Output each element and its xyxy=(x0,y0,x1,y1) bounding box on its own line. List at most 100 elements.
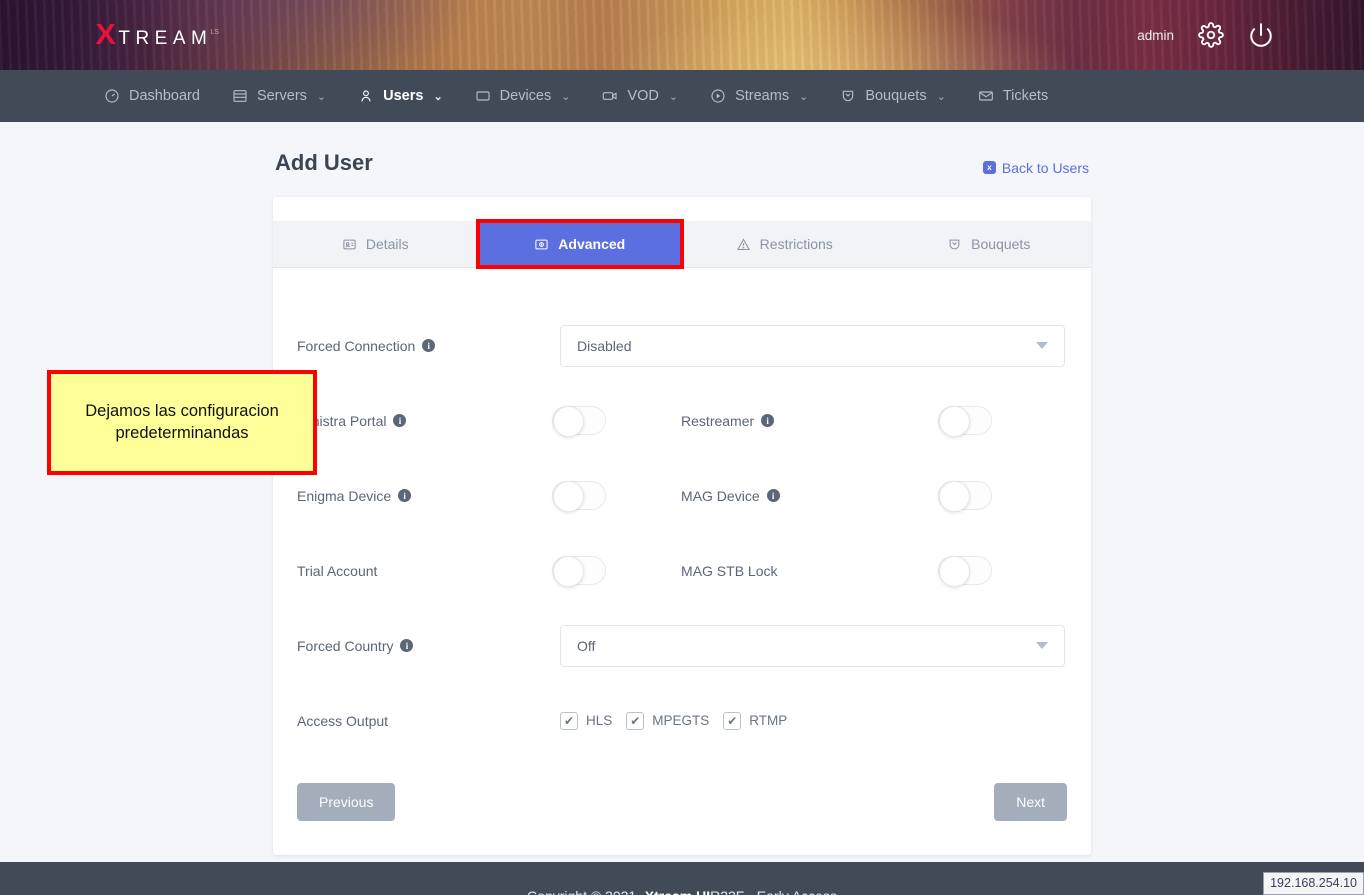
annotation-callout: Dejamos las configuracion predeterminand… xyxy=(47,370,317,475)
wizard-tabs: Details Advanced Restrictions Bouquets xyxy=(273,221,1091,268)
select-forced-connection[interactable]: Disabled xyxy=(560,325,1065,367)
info-icon[interactable]: i xyxy=(761,414,774,427)
nav-label-tickets: Tickets xyxy=(1003,88,1048,104)
toggle-restreamer[interactable] xyxy=(938,406,992,435)
row-access-output: Access Output ✔ HLS ✔ MPEGTS ✔ xyxy=(297,683,1067,758)
toggle-mag-stb-lock[interactable] xyxy=(938,556,992,585)
nav-label-vod: VOD xyxy=(627,88,658,104)
chevron-down-icon: ⌄ xyxy=(799,90,808,103)
row-forced-connection: Forced Connection i Disabled xyxy=(297,308,1067,383)
back-to-users-label: Back to Users xyxy=(1002,160,1089,176)
cell-toggle-ministra-portal xyxy=(552,406,681,435)
label-trial-account: Trial Account xyxy=(297,563,552,579)
nav-label-servers: Servers xyxy=(257,88,307,104)
toggle-mag-device[interactable] xyxy=(938,481,992,510)
logo-wordmark: TREAM xyxy=(118,29,212,48)
label-enigma-device: Enigma Device i xyxy=(297,488,552,504)
next-button[interactable]: Next xyxy=(994,783,1067,821)
label-text-forced-connection: Forced Connection xyxy=(297,338,415,354)
tab-label-restrictions: Restrictions xyxy=(760,236,833,252)
tab-label-details: Details xyxy=(366,236,409,252)
nav-item-bouquets[interactable]: Bouquets ⌄ xyxy=(824,70,962,122)
label-forced-country: Forced Country i xyxy=(297,638,560,654)
label-ministra-portal: Ministra Portal i xyxy=(297,413,552,429)
cell-toggle-mag-stb-lock xyxy=(938,556,1067,585)
tab-restrictions[interactable]: Restrictions xyxy=(682,221,887,267)
advanced-gear-icon xyxy=(534,237,549,252)
toggle-enigma-device[interactable] xyxy=(552,481,606,510)
nav-label-dashboard: Dashboard xyxy=(129,88,200,104)
xtream-logo[interactable]: X TREAM LS xyxy=(96,21,219,50)
tab-advanced[interactable]: Advanced xyxy=(478,221,683,267)
row-ministra-restreamer: Ministra Portal i Restreamer i xyxy=(297,383,1067,458)
row-trial-magstblock: Trial Account MAG STB Lock xyxy=(297,533,1067,608)
label-mag-device: MAG Device i xyxy=(681,488,938,504)
cell-toggle-restreamer xyxy=(938,406,1067,435)
header-actions: admin xyxy=(1137,0,1274,70)
label-text-mag-device: MAG Device xyxy=(681,488,760,504)
info-icon[interactable]: i xyxy=(398,489,411,502)
bouquet-shield-icon xyxy=(947,237,962,252)
select-forced-country[interactable]: Off xyxy=(560,625,1065,667)
cell-toggle-trial-account xyxy=(552,556,681,585)
check-icon: ✔ xyxy=(626,712,644,730)
label-forced-connection: Forced Connection i xyxy=(297,338,560,354)
info-icon[interactable]: i xyxy=(393,414,406,427)
previous-button[interactable]: Previous xyxy=(297,783,395,821)
back-to-users-link[interactable]: x Back to Users xyxy=(983,160,1089,176)
select-value-forced-country: Off xyxy=(577,638,595,654)
toggle-ministra-portal[interactable] xyxy=(552,406,606,435)
toggle-trial-account[interactable] xyxy=(552,556,606,585)
label-text-restreamer: Restreamer xyxy=(681,413,754,429)
warning-triangle-icon xyxy=(736,237,751,252)
power-icon[interactable] xyxy=(1248,22,1274,48)
info-icon[interactable]: i xyxy=(400,639,413,652)
nav-item-users[interactable]: Users ⌄ xyxy=(342,70,459,122)
label-text-forced-country: Forced Country xyxy=(297,638,393,654)
wizard-actions: Previous Next xyxy=(273,758,1091,855)
info-icon[interactable]: i xyxy=(422,339,435,352)
logo-x-mark: X xyxy=(96,21,116,50)
cell-toggle-mag-device xyxy=(938,481,1067,510)
page-footer: Copyright © 2021 - Xtream UI R22F - Earl… xyxy=(0,862,1364,895)
tab-details[interactable]: Details xyxy=(273,221,478,267)
checkbox-rtmp[interactable]: ✔ RTMP xyxy=(723,712,787,730)
checkbox-hls[interactable]: ✔ HLS xyxy=(560,712,612,730)
gear-icon[interactable] xyxy=(1198,22,1224,48)
footer-copyright-prefix: Copyright © 2021 - xyxy=(527,888,645,895)
nav-label-bouquets: Bouquets xyxy=(865,88,926,104)
footer-copyright-suffix: R22F - Early Access xyxy=(710,888,837,895)
chevron-down-icon: ⌄ xyxy=(433,90,442,103)
page-header-row: Add User x Back to Users xyxy=(273,150,1091,176)
nav-item-servers[interactable]: Servers ⌄ xyxy=(216,70,342,122)
nav-item-devices[interactable]: Devices ⌄ xyxy=(459,70,587,122)
nav-item-streams[interactable]: Streams ⌄ xyxy=(694,70,824,122)
nav-label-streams: Streams xyxy=(735,88,789,104)
chevron-down-icon: ⌄ xyxy=(561,90,570,103)
add-user-card: Details Advanced Restrictions Bouquets xyxy=(273,197,1091,855)
label-access-output: Access Output xyxy=(297,713,560,729)
tab-label-advanced: Advanced xyxy=(558,236,625,252)
tab-bouquets[interactable]: Bouquets xyxy=(887,221,1092,267)
id-card-icon xyxy=(342,237,357,252)
label-restreamer: Restreamer i xyxy=(681,413,938,429)
nav-item-dashboard[interactable]: Dashboard xyxy=(88,70,216,122)
label-mag-stb-lock: MAG STB Lock xyxy=(681,563,938,579)
info-icon[interactable]: i xyxy=(767,489,780,502)
access-output-checkboxes: ✔ HLS ✔ MPEGTS ✔ RTMP xyxy=(560,712,787,730)
label-text-enigma-device: Enigma Device xyxy=(297,488,391,504)
advanced-form: Forced Connection i Disabled Ministra Po… xyxy=(273,268,1091,758)
nav-label-devices: Devices xyxy=(500,88,552,104)
select-value-forced-connection: Disabled xyxy=(577,338,631,354)
nav-item-vod[interactable]: VOD ⌄ xyxy=(586,70,694,122)
cell-toggle-enigma-device xyxy=(552,481,681,510)
checkbox-mpegts[interactable]: ✔ MPEGTS xyxy=(626,712,709,730)
page-title: Add User xyxy=(275,150,373,176)
checkbox-label-mpegts: MPEGTS xyxy=(652,713,709,728)
nav-item-tickets[interactable]: Tickets xyxy=(962,70,1064,122)
label-text-access-output: Access Output xyxy=(297,713,388,729)
chevron-down-icon xyxy=(1036,642,1048,649)
chevron-down-icon: ⌄ xyxy=(937,90,946,103)
footer-brand: Xtream UI xyxy=(645,888,710,895)
check-icon: ✔ xyxy=(560,712,578,730)
